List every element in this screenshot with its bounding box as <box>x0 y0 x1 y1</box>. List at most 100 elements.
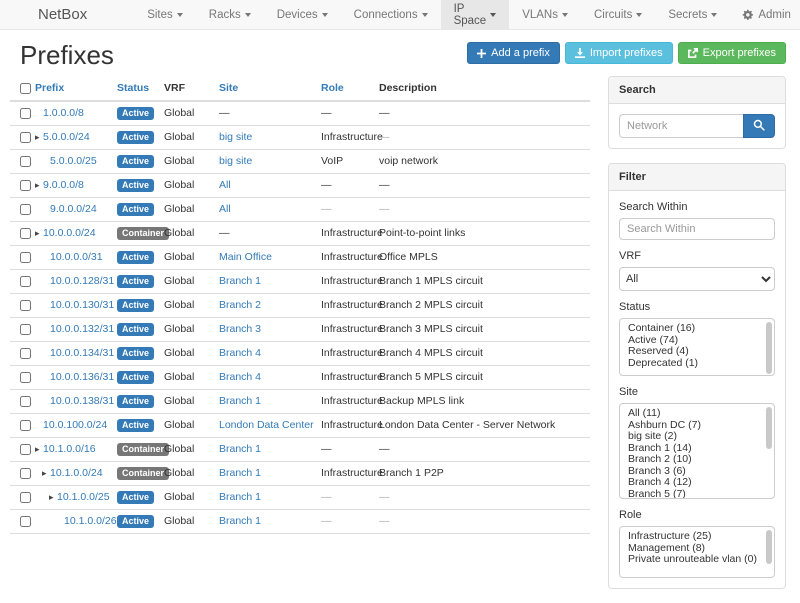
row-checkbox[interactable] <box>20 108 31 119</box>
row-checkbox[interactable] <box>20 276 31 287</box>
prefix-link[interactable]: 1.0.0.0/8 <box>43 107 84 119</box>
search-within-input[interactable] <box>619 218 775 240</box>
vrf-cell: Global <box>159 318 214 342</box>
site-link[interactable]: Branch 1 <box>219 395 261 407</box>
row-checkbox[interactable] <box>20 180 31 191</box>
role-listbox: Infrastructure (25)Management (8)Private… <box>619 526 775 578</box>
site-link[interactable]: Main Office <box>219 251 272 263</box>
site-link[interactable]: Branch 1 <box>219 275 261 287</box>
vrf-select[interactable]: All <box>619 267 775 291</box>
scrollbar-thumb[interactable] <box>766 322 772 374</box>
expand-caret[interactable]: ▸ <box>42 467 50 480</box>
nav-item-connections[interactable]: Connections <box>341 0 441 29</box>
listbox-option[interactable]: Branch 4 (12) <box>620 477 764 489</box>
site-link[interactable]: Branch 1 <box>219 491 261 503</box>
listbox-option[interactable]: Management (8) <box>620 543 764 555</box>
site-link[interactable]: Branch 4 <box>219 347 261 359</box>
row-checkbox[interactable] <box>20 252 31 263</box>
prefix-link[interactable]: 10.1.0.0/24 <box>50 467 103 479</box>
admin-link[interactable]: Admin <box>730 0 800 29</box>
row-checkbox[interactable] <box>20 372 31 383</box>
search-button[interactable] <box>743 114 775 138</box>
nav-item-secrets[interactable]: Secrets <box>655 0 730 29</box>
brand-link[interactable]: NetBox <box>0 0 102 29</box>
row-checkbox[interactable] <box>20 492 31 503</box>
add-prefix-button[interactable]: Add a prefix <box>467 42 560 64</box>
prefix-link[interactable]: 10.0.0.134/31 <box>50 347 114 359</box>
row-checkbox[interactable] <box>20 300 31 311</box>
listbox-option[interactable]: Branch 5 (7) <box>620 489 764 499</box>
prefix-link[interactable]: 10.1.0.0/25 <box>57 491 110 503</box>
site-link[interactable]: All <box>219 203 231 215</box>
table-row: 10.1.0.0/26ActiveGlobalBranch 1—— <box>10 510 590 534</box>
site-link[interactable]: Branch 1 <box>219 443 261 455</box>
role-cell: — <box>316 198 374 222</box>
prefix-link[interactable]: 9.0.0.0/8 <box>43 179 84 191</box>
site-link[interactable]: big site <box>219 155 252 167</box>
site-link[interactable]: London Data Center <box>219 419 314 431</box>
listbox-option[interactable]: Private unrouteable vlan (0) <box>620 554 764 566</box>
col-header-status[interactable]: Status <box>112 76 159 101</box>
expand-caret[interactable]: ▸ <box>35 179 43 192</box>
search-input[interactable] <box>619 114 743 138</box>
row-checkbox[interactable] <box>20 348 31 359</box>
prefix-link[interactable]: 5.0.0.0/24 <box>43 131 90 143</box>
listbox-option[interactable]: Deprecated (1) <box>620 358 764 370</box>
prefix-link[interactable]: 5.0.0.0/25 <box>50 155 97 167</box>
site-link[interactable]: big site <box>219 131 252 143</box>
status-badge: Active <box>117 515 154 528</box>
select-all-checkbox[interactable] <box>20 83 31 94</box>
site-link[interactable]: Branch 4 <box>219 371 261 383</box>
listbox-option[interactable]: Branch 2 (10) <box>620 454 764 466</box>
row-checkbox[interactable] <box>20 132 31 143</box>
listbox-option[interactable]: Infrastructure (25) <box>620 531 764 543</box>
nav-item-circuits[interactable]: Circuits <box>581 0 655 29</box>
site-link[interactable]: Branch 2 <box>219 299 261 311</box>
site-link[interactable]: Branch 1 <box>219 515 261 527</box>
listbox-option[interactable]: big site (2) <box>620 431 764 443</box>
nav-item-devices[interactable]: Devices <box>264 0 341 29</box>
prefix-link[interactable]: 10.0.0.0/24 <box>43 227 96 239</box>
nav-item-vlans[interactable]: VLANs <box>509 0 581 29</box>
row-checkbox[interactable] <box>20 444 31 455</box>
row-checkbox[interactable] <box>20 204 31 215</box>
row-checkbox[interactable] <box>20 420 31 431</box>
prefix-link[interactable]: 10.0.0.0/31 <box>50 251 103 263</box>
row-checkbox[interactable] <box>20 396 31 407</box>
row-checkbox[interactable] <box>20 468 31 479</box>
row-checkbox[interactable] <box>20 324 31 335</box>
site-link[interactable]: All <box>219 179 231 191</box>
prefix-link[interactable]: 10.0.0.138/31 <box>50 395 114 407</box>
col-header-site[interactable]: Site <box>214 76 316 101</box>
prefix-link[interactable]: 10.0.0.130/31 <box>50 299 114 311</box>
prefix-link[interactable]: 10.0.0.136/31 <box>50 371 114 383</box>
nav-item-sites[interactable]: Sites <box>134 0 196 29</box>
expand-caret[interactable]: ▸ <box>35 443 43 456</box>
prefix-link[interactable]: 10.1.0.0/26 <box>64 515 117 527</box>
row-checkbox[interactable] <box>20 156 31 167</box>
prefix-link[interactable]: 10.1.0.0/16 <box>43 443 96 455</box>
scrollbar-thumb[interactable] <box>766 407 772 449</box>
site-link[interactable]: Branch 1 <box>219 467 261 479</box>
nav-item-ip-space[interactable]: IP Space <box>441 0 510 29</box>
prefix-link[interactable]: 10.0.0.132/31 <box>50 323 114 335</box>
prefix-link[interactable]: 10.0.0.128/31 <box>50 275 114 287</box>
expand-caret[interactable]: ▸ <box>35 131 43 144</box>
nav-item-racks[interactable]: Racks <box>196 0 264 29</box>
import-prefixes-button[interactable]: Import prefixes <box>565 42 673 64</box>
row-checkbox[interactable] <box>20 516 31 527</box>
site-link[interactable]: Branch 3 <box>219 323 261 335</box>
col-header-role[interactable]: Role <box>316 76 374 101</box>
listbox-option[interactable]: Reserved (4) <box>620 346 764 358</box>
listbox-option[interactable]: All (11) <box>620 408 764 420</box>
col-header-prefix[interactable]: Prefix <box>30 76 112 101</box>
export-prefixes-button[interactable]: Export prefixes <box>678 42 786 64</box>
prefix-link[interactable]: 9.0.0.0/24 <box>50 203 97 215</box>
prefix-link[interactable]: 10.0.100.0/24 <box>43 419 107 431</box>
row-checkbox[interactable] <box>20 228 31 239</box>
listbox-option[interactable]: Container (16) <box>620 323 764 335</box>
page-head: Prefixes Add a prefix Import prefixes Ex… <box>0 30 800 70</box>
expand-caret[interactable]: ▸ <box>35 227 43 240</box>
expand-caret[interactable]: ▸ <box>49 491 57 504</box>
scrollbar-thumb[interactable] <box>766 530 772 564</box>
